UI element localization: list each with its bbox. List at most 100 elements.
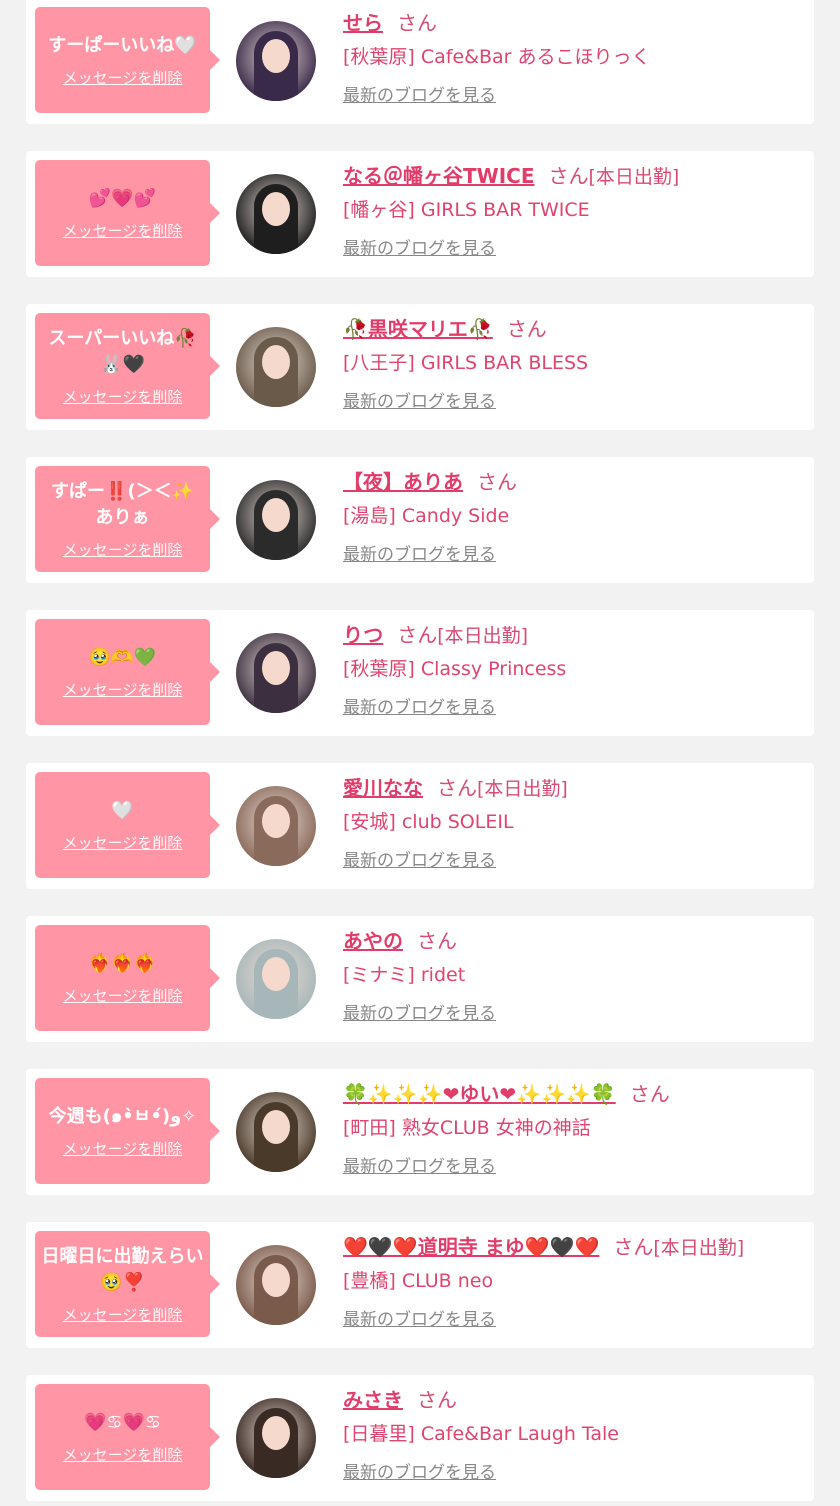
message-bubble: ❤️‍🔥❤️‍🔥❤️‍🔥 メッセージを削除 xyxy=(35,925,220,1031)
message-text: 🥹🫶💚 xyxy=(88,646,157,668)
work-status: [本日出勤] xyxy=(653,1237,745,1259)
delete-message-link[interactable]: メッセージを削除 xyxy=(63,1138,183,1159)
profile-name-link[interactable]: 愛川なな xyxy=(343,776,423,800)
honorific-label: さん xyxy=(613,1235,654,1259)
profile-name-link[interactable]: 【夜】ありあ xyxy=(343,470,463,494)
shop-label: [町田] 熟女CLUB 女神の神話 xyxy=(343,1117,591,1139)
avatar[interactable] xyxy=(236,1398,316,1478)
profile-name-link[interactable]: みさき xyxy=(343,1388,403,1412)
avatar[interactable] xyxy=(236,939,316,1019)
message-card: 今週も(๑•̀ㅂ•́)و✧ メッセージを削除 🍀✨✨✨❤ゆい❤✨✨✨🍀 さん [町… xyxy=(26,1069,814,1195)
message-bubble: 日曜日に出勤えらい🥹❣️ メッセージを削除 xyxy=(35,1231,220,1337)
profile-info: 愛川なな さん[本日出勤] [安城] club SOLEIL 最新のブログを見る xyxy=(343,773,804,871)
name-line: なる＠幡ヶ谷TWICE さん[本日出勤] xyxy=(343,161,804,192)
delete-message-link[interactable]: メッセージを削除 xyxy=(63,1444,183,1465)
message-bubble: 🤍 メッセージを削除 xyxy=(35,772,220,878)
message-card: 日曜日に出勤えらい🥹❣️ メッセージを削除 ❤️🖤❤️道明寺 まゆ❤️🖤❤️ さん… xyxy=(26,1222,814,1348)
profile-name-link[interactable]: せら xyxy=(343,11,383,35)
delete-message-link[interactable]: メッセージを削除 xyxy=(63,1304,183,1325)
delete-message-link[interactable]: メッセージを削除 xyxy=(63,539,183,560)
delete-message-link[interactable]: メッセージを削除 xyxy=(63,220,183,241)
profile-info: みさき さん [日暮里] Cafe&Bar Laugh Tale 最新のブログを見… xyxy=(343,1385,804,1483)
message-text: 💕💗💕 xyxy=(88,187,157,209)
latest-blog-link[interactable]: 最新のブログを見る xyxy=(343,81,496,106)
avatar[interactable] xyxy=(236,327,316,407)
message-text: 🤍 xyxy=(111,799,134,821)
shop-label: [八王子] GIRLS BAR BLESS xyxy=(343,352,589,374)
avatar[interactable] xyxy=(236,480,316,560)
message-bubble: 🥹🫶💚 メッセージを削除 xyxy=(35,619,220,725)
profile-info: 🥀黒咲マリエ🥀 さん [八王子] GIRLS BAR BLESS 最新のブログを見… xyxy=(343,314,804,412)
profile-name-link[interactable]: あやの xyxy=(343,929,403,953)
name-line: みさき さん xyxy=(343,1385,804,1416)
delete-message-link[interactable]: メッセージを削除 xyxy=(63,67,183,88)
name-line: 🍀✨✨✨❤ゆい❤✨✨✨🍀 さん xyxy=(343,1079,804,1110)
message-bubble: 💕💗💕 メッセージを削除 xyxy=(35,160,220,266)
message-list: すーぱーいいね🤍 メッセージを削除 せら さん [秋葉原] Cafe&Bar ある… xyxy=(0,0,840,1504)
profile-info: せら さん [秋葉原] Cafe&Bar あるこほりっく 最新のブログを見る xyxy=(343,8,804,106)
latest-blog-link[interactable]: 最新のブログを見る xyxy=(343,387,496,412)
name-line: ❤️🖤❤️道明寺 まゆ❤️🖤❤️ さん[本日出勤] xyxy=(343,1232,804,1263)
profile-name-link[interactable]: 🍀✨✨✨❤ゆい❤✨✨✨🍀 xyxy=(343,1082,616,1106)
latest-blog-link[interactable]: 最新のブログを見る xyxy=(343,1458,496,1483)
message-bubble: すーぱーいいね🤍 メッセージを削除 xyxy=(35,7,220,113)
latest-blog-link[interactable]: 最新のブログを見る xyxy=(343,693,496,718)
profile-info: あやの さん [ミナミ] ridet 最新のブログを見る xyxy=(343,926,804,1024)
latest-blog-link[interactable]: 最新のブログを見る xyxy=(343,846,496,871)
avatar[interactable] xyxy=(236,786,316,866)
latest-blog-link[interactable]: 最新のブログを見る xyxy=(343,234,496,259)
message-bubble: 今週も(๑•̀ㅂ•́)و✧ メッセージを削除 xyxy=(35,1078,220,1184)
name-line: あやの さん xyxy=(343,926,804,957)
avatar[interactable] xyxy=(236,633,316,713)
honorific-label: さん xyxy=(629,1082,670,1106)
avatar[interactable] xyxy=(236,1245,316,1325)
message-text: 今週も(๑•̀ㅂ•́)و✧ xyxy=(48,1105,197,1127)
avatar-face-shape xyxy=(262,804,290,838)
honorific-label: さん xyxy=(417,929,457,953)
shop-label: [湯島] Candy Side xyxy=(343,505,510,527)
shop-label: [豊橋] CLUB neo xyxy=(343,1270,494,1292)
avatar-face-shape xyxy=(262,345,290,379)
delete-message-link[interactable]: メッセージを削除 xyxy=(63,386,183,407)
avatar-face-shape xyxy=(262,498,290,532)
message-bubble: スーパーいいね🥀🐰🖤 メッセージを削除 xyxy=(35,313,220,419)
name-line: 【夜】ありあ さん xyxy=(343,467,804,498)
message-card: 💕💗💕 メッセージを削除 なる＠幡ヶ谷TWICE さん[本日出勤] [幡ヶ谷] G… xyxy=(26,151,814,277)
name-line: りつ さん[本日出勤] xyxy=(343,620,804,651)
shop-label: [秋葉原] Cafe&Bar あるこほりっく xyxy=(343,46,651,68)
delete-message-link[interactable]: メッセージを削除 xyxy=(63,832,183,853)
profile-info: 【夜】ありあ さん [湯島] Candy Side 最新のブログを見る xyxy=(343,467,804,565)
honorific-label: さん xyxy=(417,1388,457,1412)
avatar[interactable] xyxy=(236,174,316,254)
avatar[interactable] xyxy=(236,21,316,101)
latest-blog-link[interactable]: 最新のブログを見る xyxy=(343,1152,496,1177)
message-text: スーパーいいね🥀🐰🖤 xyxy=(48,327,197,375)
delete-message-link[interactable]: メッセージを削除 xyxy=(63,985,183,1006)
message-card: すぱー‼️(＞＜✨ ありぁ メッセージを削除 【夜】ありあ さん [湯島] Can… xyxy=(26,457,814,583)
message-card: ❤️‍🔥❤️‍🔥❤️‍🔥 メッセージを削除 あやの さん [ミナミ] ridet … xyxy=(26,916,814,1042)
avatar-face-shape xyxy=(262,651,290,685)
message-card: スーパーいいね🥀🐰🖤 メッセージを削除 🥀黒咲マリエ🥀 さん [八王子] GIRL… xyxy=(26,304,814,430)
profile-name-link[interactable]: 🥀黒咲マリエ🥀 xyxy=(343,317,493,341)
avatar-face-shape xyxy=(262,39,290,73)
work-status: [本日出勤] xyxy=(588,166,680,188)
avatar-face-shape xyxy=(262,192,290,226)
avatar-face-shape xyxy=(262,1110,290,1144)
message-text: ❤️‍🔥❤️‍🔥❤️‍🔥 xyxy=(88,952,157,974)
latest-blog-link[interactable]: 最新のブログを見る xyxy=(343,540,496,565)
avatar[interactable] xyxy=(236,1092,316,1172)
profile-name-link[interactable]: ❤️🖤❤️道明寺 まゆ❤️🖤❤️ xyxy=(343,1235,599,1259)
name-line: 🥀黒咲マリエ🥀 さん xyxy=(343,314,804,345)
shop-label: [日暮里] Cafe&Bar Laugh Tale xyxy=(343,1423,619,1445)
honorific-label: さん xyxy=(506,317,547,341)
message-text: すぱー‼️(＞＜✨ ありぁ xyxy=(50,480,195,528)
message-card: 💗♋💗♋ メッセージを削除 みさき さん [日暮里] Cafe&Bar Laugh… xyxy=(26,1375,814,1501)
latest-blog-link[interactable]: 最新のブログを見る xyxy=(343,999,496,1024)
shop-label: [ミナミ] ridet xyxy=(343,964,466,986)
latest-blog-link[interactable]: 最新のブログを見る xyxy=(343,1305,496,1330)
message-card: 🥹🫶💚 メッセージを削除 りつ さん[本日出勤] [秋葉原] Classy Pri… xyxy=(26,610,814,736)
delete-message-link[interactable]: メッセージを削除 xyxy=(63,679,183,700)
profile-name-link[interactable]: りつ xyxy=(343,623,383,647)
message-text: すーぱーいいね🤍 xyxy=(48,34,197,56)
profile-name-link[interactable]: なる＠幡ヶ谷TWICE xyxy=(343,164,534,188)
